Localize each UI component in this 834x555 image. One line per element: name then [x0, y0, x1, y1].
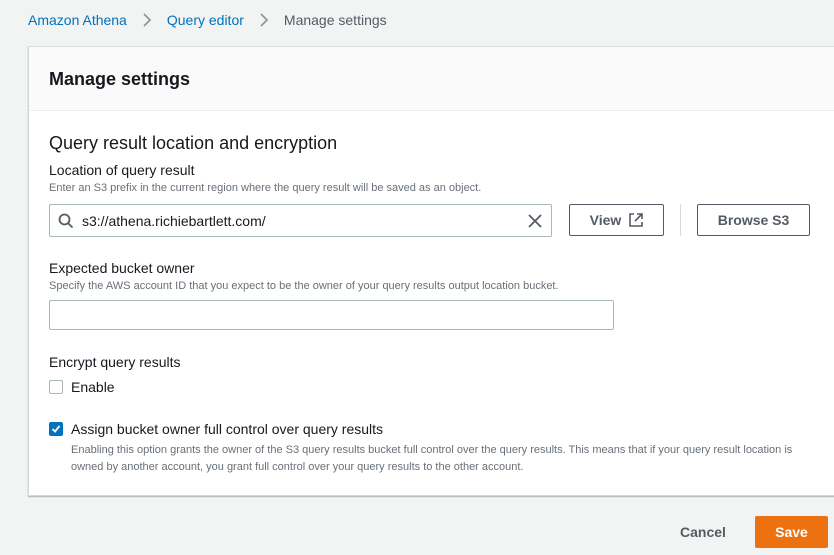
location-description: Enter an S3 prefix in the current region…: [49, 182, 482, 194]
full-control-checkbox[interactable]: [49, 422, 63, 436]
section-title: Query result location and encryption: [49, 133, 338, 153]
encrypt-label: Encrypt query results: [49, 354, 181, 370]
save-button[interactable]: Save: [755, 516, 828, 548]
location-input-value[interactable]: s3://athena.richiebartlett.com/: [82, 213, 519, 229]
location-label: Location of query result: [49, 162, 195, 178]
panel-header: Manage settings: [29, 47, 834, 111]
browse-s3-label: Browse S3: [717, 212, 790, 228]
bucket-owner-description: Specify the AWS account ID that you expe…: [49, 280, 559, 292]
view-button-label: View: [589, 212, 622, 228]
settings-panel: Manage settings Query result location an…: [28, 46, 834, 496]
browse-s3-button[interactable]: Browse S3: [697, 204, 810, 236]
bucket-owner-label: Expected bucket owner: [49, 260, 195, 276]
breadcrumb-amazon-athena[interactable]: Amazon Athena: [28, 12, 127, 28]
encrypt-enable-label[interactable]: Enable: [71, 379, 115, 395]
search-icon: [50, 213, 82, 229]
encrypt-checkbox-row[interactable]: Enable: [49, 379, 115, 395]
full-control-label[interactable]: Assign bucket owner full control over qu…: [71, 421, 383, 437]
external-link-icon: [629, 213, 644, 227]
location-input[interactable]: s3://athena.richiebartlett.com/: [49, 204, 552, 237]
full-control-checkbox-row[interactable]: Assign bucket owner full control over qu…: [49, 421, 383, 437]
panel-title: Manage settings: [49, 69, 191, 89]
breadcrumb-current: Manage settings: [283, 12, 387, 28]
chevron-right-icon: [260, 13, 269, 27]
breadcrumb-query-editor[interactable]: Query editor: [167, 12, 244, 28]
view-button[interactable]: View: [569, 204, 664, 236]
button-divider: [680, 204, 681, 236]
cancel-button[interactable]: Cancel: [672, 516, 734, 548]
checkmark-icon: [51, 425, 61, 433]
breadcrumb: Amazon Athena Query editor Manage settin…: [28, 10, 387, 30]
close-icon[interactable]: [519, 213, 551, 228]
encrypt-checkbox[interactable]: [49, 380, 63, 394]
full-control-description: Enabling this option grants the owner of…: [71, 444, 793, 473]
bucket-owner-input[interactable]: [49, 300, 614, 330]
chevron-right-icon: [143, 13, 151, 27]
